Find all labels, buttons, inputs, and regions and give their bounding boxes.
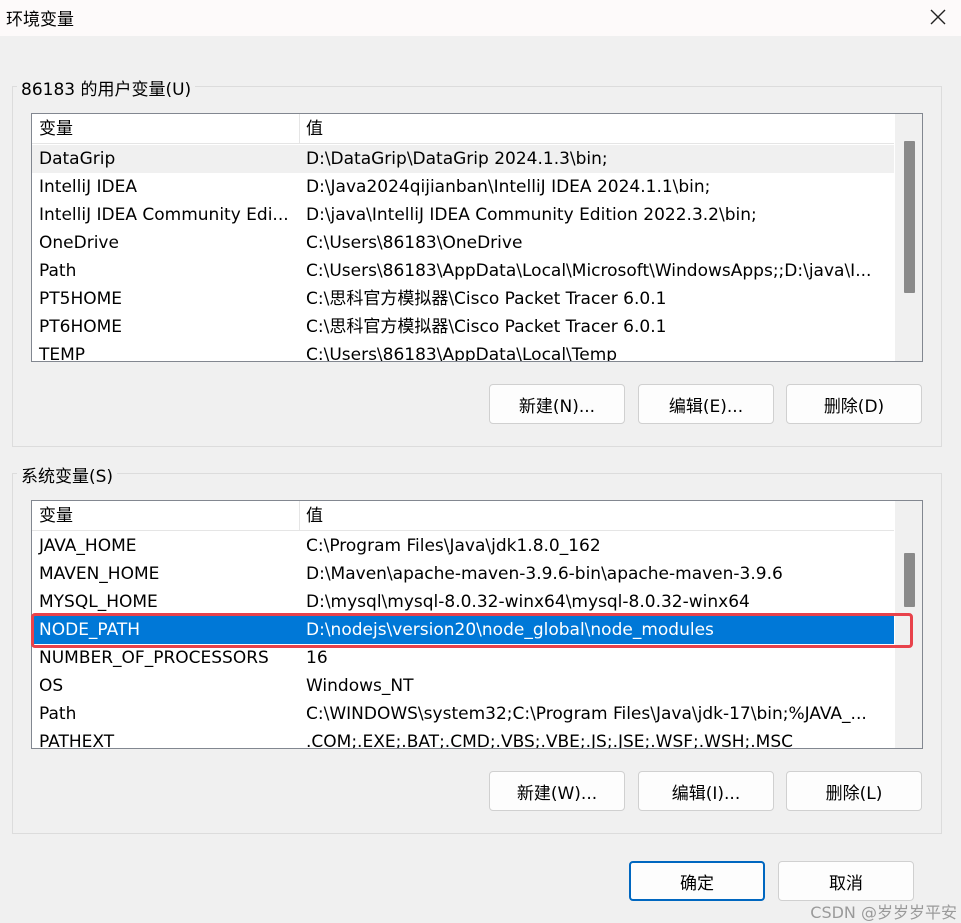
table-row[interactable]: OS Windows_NT	[32, 672, 894, 700]
system-list-header: 变量 值	[32, 501, 894, 531]
close-button[interactable]	[915, 0, 961, 34]
variable-value: D:\java\IntelliJ IDEA Community Edition …	[306, 205, 757, 225]
table-row[interactable]: IntelliJ IDEA D:\Java2024qijianban\Intell…	[32, 173, 894, 201]
table-row[interactable]: NUMBER_OF_PROCESSORS 16	[32, 644, 894, 672]
variable-value: C:\Users\86183\AppData\Local\Temp	[306, 345, 618, 362]
user-edit-button[interactable]: 编辑(E)...	[638, 384, 774, 424]
system-edit-button[interactable]: 编辑(I)...	[638, 771, 774, 811]
table-row[interactable]: NODE_PATH D:\nodejs\version20\node_global…	[32, 616, 894, 644]
column-header-name[interactable]: 变量	[32, 501, 299, 531]
window-title: 环境变量	[6, 10, 74, 30]
table-row[interactable]: MYSQL_HOME D:\mysql\mysql-8.0.32-winx64\m…	[32, 588, 894, 616]
table-row[interactable]: Path C:\WINDOWS\system32;C:\Program Files…	[32, 700, 894, 728]
scrollbar-thumb[interactable]	[904, 141, 915, 293]
variable-name: IntelliJ IDEA	[39, 177, 137, 197]
variable-name: PT6HOME	[39, 317, 123, 337]
table-row[interactable]: IntelliJ IDEA Community Edi... D:\java\In…	[32, 201, 894, 229]
variable-value: D:\nodejs\version20\node_global\node_mod…	[306, 620, 714, 640]
variable-value: .COM;.EXE;.BAT;.CMD;.VBS;.VBE;.JS;.JSE;.…	[306, 732, 794, 749]
user-new-button[interactable]: 新建(N)...	[489, 384, 625, 424]
variable-value: Windows_NT	[306, 676, 414, 696]
variable-name: OneDrive	[39, 233, 119, 253]
column-header-name[interactable]: 变量	[32, 114, 299, 144]
table-row[interactable]: PT6HOME C:\思科官方模拟器\Cisco Packet Tracer 6.…	[32, 313, 894, 341]
user-list-header: 变量 值	[32, 114, 894, 144]
variable-name: DataGrip	[39, 149, 116, 169]
variable-name: IntelliJ IDEA Community Edi...	[39, 205, 289, 225]
variable-name: JAVA_HOME	[39, 536, 137, 556]
system-variables-list[interactable]: 变量 值 JAVA_HOME C:\Program Files\Java\jdk1…	[31, 500, 923, 749]
table-row[interactable]: DataGrip D:\DataGrip\DataGrip 2024.1.3\bi…	[32, 145, 894, 173]
variable-value: C:\Users\86183\OneDrive	[306, 233, 523, 253]
variable-value: C:\思科官方模拟器\Cisco Packet Tracer 6.0.1	[306, 317, 667, 337]
user-list-scrollbar[interactable]	[895, 114, 922, 361]
variable-value: C:\WINDOWS\system32;C:\Program Files\Jav…	[306, 704, 867, 724]
table-row[interactable]: PATHEXT .COM;.EXE;.BAT;.CMD;.VBS;.VBE;.JS…	[32, 728, 894, 749]
variable-name: NUMBER_OF_PROCESSORS	[39, 648, 269, 668]
variable-name: Path	[39, 704, 77, 724]
variable-value: D:\Maven\apache-maven-3.9.6-bin\apache-m…	[306, 564, 783, 584]
variable-name: MYSQL_HOME	[39, 592, 158, 612]
variable-name: NODE_PATH	[39, 620, 141, 640]
close-icon	[930, 9, 946, 25]
column-header-value[interactable]: 值	[299, 501, 894, 531]
user-list-rows: DataGrip D:\DataGrip\DataGrip 2024.1.3\bi…	[32, 145, 894, 362]
table-row[interactable]: TEMP C:\Users\86183\AppData\Local\Temp	[32, 341, 894, 362]
variable-value: C:\Program Files\Java\jdk1.8.0_162	[306, 536, 601, 556]
table-row[interactable]: OneDrive C:\Users\86183\OneDrive	[32, 229, 894, 257]
title-bar: 环境变量	[0, 0, 961, 36]
variable-name: MAVEN_HOME	[39, 564, 160, 584]
system-new-button[interactable]: 新建(W)...	[489, 771, 625, 811]
table-row[interactable]: JAVA_HOME C:\Program Files\Java\jdk1.8.0_…	[32, 532, 894, 560]
column-header-value[interactable]: 值	[299, 114, 894, 144]
system-delete-button[interactable]: 删除(L)	[786, 771, 922, 811]
variable-value: D:\DataGrip\DataGrip 2024.1.3\bin;	[306, 149, 608, 169]
watermark: CSDN @岁岁岁平安	[810, 903, 957, 922]
variable-value: D:\Java2024qijianban\IntelliJ IDEA 2024.…	[306, 177, 711, 197]
variable-name: PATHEXT	[39, 732, 115, 749]
system-variables-label: 系统变量(S)	[17, 462, 118, 487]
ok-button[interactable]: 确定	[629, 861, 765, 901]
variable-value: D:\mysql\mysql-8.0.32-winx64\mysql-8.0.3…	[306, 592, 750, 612]
scrollbar-thumb[interactable]	[904, 553, 915, 607]
variable-name: TEMP	[39, 345, 86, 362]
system-list-rows: JAVA_HOME C:\Program Files\Java\jdk1.8.0_…	[32, 532, 894, 749]
variable-value: C:\思科官方模拟器\Cisco Packet Tracer 6.0.1	[306, 289, 667, 309]
table-row[interactable]: PT5HOME C:\思科官方模拟器\Cisco Packet Tracer 6.…	[32, 285, 894, 313]
table-row[interactable]: Path C:\Users\86183\AppData\Local\Microso…	[32, 257, 894, 285]
variable-name: PT5HOME	[39, 289, 123, 309]
cancel-button[interactable]: 取消	[778, 861, 914, 901]
system-list-scrollbar[interactable]	[895, 501, 922, 748]
variable-value: 16	[306, 648, 328, 668]
variable-name: Path	[39, 261, 77, 281]
variable-value: C:\Users\86183\AppData\Local\Microsoft\W…	[306, 261, 872, 281]
user-variables-list[interactable]: 变量 值 DataGrip D:\DataGrip\DataGrip 2024.1…	[31, 113, 923, 362]
table-row[interactable]: MAVEN_HOME D:\Maven\apache-maven-3.9.6-bi…	[32, 560, 894, 588]
user-variables-label: 86183 的用户变量(U)	[17, 75, 196, 100]
variable-name: OS	[39, 676, 64, 696]
user-delete-button[interactable]: 删除(D)	[786, 384, 922, 424]
